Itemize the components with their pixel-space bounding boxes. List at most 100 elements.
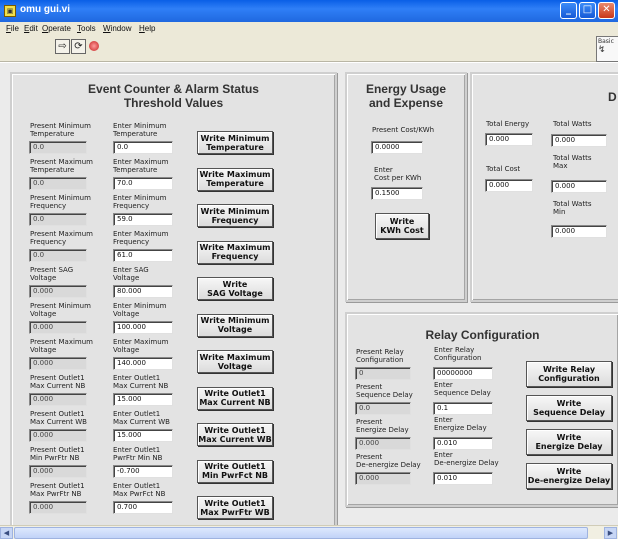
labview-vi-icon: ▣ xyxy=(4,5,16,17)
enter-threshold-label: Enter Outlet1 Max Current NB xyxy=(113,374,169,390)
total-watts-max-field: 0.000 xyxy=(551,180,607,193)
menu-bar: File Edit Operate Tools Window Help xyxy=(0,22,618,36)
enter-threshold-label: Enter Outlet1 PwrFtr Min NB xyxy=(113,446,163,462)
enter-threshold-label: Enter Minimum Frequency xyxy=(113,194,167,210)
write-threshold-button[interactable]: Write Maximum Voltage xyxy=(197,350,273,373)
run-continuously-icon[interactable]: ⟳ xyxy=(71,39,86,54)
menu-operate[interactable]: Operate xyxy=(42,24,71,33)
relay-enter-label: Enter Sequence Delay xyxy=(434,381,491,397)
relay-write-button[interactable]: Write Sequence Delay xyxy=(526,395,612,421)
write-threshold-button[interactable]: Write Outlet1 Max PwrFtr WB xyxy=(197,496,273,519)
present-cost-field: 0.0000 xyxy=(371,141,423,154)
relay-enter-field[interactable]: 0.1 xyxy=(433,402,493,415)
totals-panel-title: D xyxy=(608,90,617,104)
write-threshold-button[interactable]: Write Outlet1 Max Current NB xyxy=(197,386,273,410)
present-threshold-label: Present Outlet1 Min PwrFtr NB xyxy=(30,446,85,462)
present-threshold-label: Present Minimum Voltage xyxy=(30,302,91,318)
abort-execution-icon[interactable] xyxy=(87,39,102,54)
present-threshold-field: 0.000 xyxy=(29,321,87,334)
present-threshold-label: Present Outlet1 Max PwrFtr NB xyxy=(30,482,85,498)
relay-write-button[interactable]: Write De-energize Delay xyxy=(526,463,612,489)
write-threshold-button[interactable]: Write Outlet1 Max Current WB xyxy=(197,423,273,446)
event-panel-title: Event Counter & Alarm Status Threshold V… xyxy=(88,82,259,110)
total-cost-field: 0.000 xyxy=(485,179,533,192)
enter-threshold-label: Enter Maximum Frequency xyxy=(113,230,169,246)
enter-threshold-label: Enter Outlet1 Max Current WB xyxy=(113,410,170,426)
enter-threshold-field[interactable]: 15.000 xyxy=(113,393,173,406)
horizontal-scrollbar[interactable]: ◀ ▶ xyxy=(0,525,618,539)
toolbar: ⇨ ⟳ Basic ↯ xyxy=(0,36,618,62)
present-threshold-label: Present Maximum Voltage xyxy=(30,338,93,354)
write-threshold-button[interactable]: Write Maximum Frequency xyxy=(197,240,273,264)
close-button[interactable]: ✕ xyxy=(598,2,615,19)
relay-present-label: Present Relay Configuration xyxy=(356,348,404,364)
relay-present-label: Present Sequence Delay xyxy=(356,383,413,399)
menu-file[interactable]: File xyxy=(6,24,19,33)
enter-threshold-field[interactable]: -0.700 xyxy=(113,465,173,478)
run-arrow-icon[interactable]: ⇨ xyxy=(55,39,70,54)
present-threshold-label: Present Minimum Frequency xyxy=(30,194,91,210)
enter-threshold-field[interactable]: 0.700 xyxy=(113,501,173,514)
scroll-thumb[interactable] xyxy=(14,527,588,539)
enter-threshold-field[interactable]: 61.0 xyxy=(113,249,173,262)
enter-threshold-label: Enter SAG Voltage xyxy=(113,266,149,282)
total-watts-field: 0.000 xyxy=(551,134,607,147)
enter-threshold-field[interactable]: 80.000 xyxy=(113,285,173,298)
write-threshold-button[interactable]: Write Minimum Temperature xyxy=(197,131,273,154)
relay-enter-field[interactable]: 0.010 xyxy=(433,437,493,450)
present-threshold-label: Present SAG Voltage xyxy=(30,266,74,282)
total-cost-label: Total Cost xyxy=(486,165,521,173)
enter-threshold-field[interactable]: 140.000 xyxy=(113,357,173,370)
write-kwh-cost-button[interactable]: Write KWh Cost xyxy=(375,213,429,239)
enter-threshold-field[interactable]: 0.0 xyxy=(113,141,173,154)
total-energy-field: 0.000 xyxy=(485,133,533,146)
enter-threshold-label: Enter Maximum Voltage xyxy=(113,338,169,354)
present-threshold-label: Present Maximum Temperature xyxy=(30,158,93,174)
present-threshold-label: Present Outlet1 Max Current NB xyxy=(30,374,86,390)
present-threshold-field: 0.000 xyxy=(29,501,87,514)
wiring-tool-icon[interactable]: ↯ xyxy=(598,45,618,55)
window-title: omu gui.vi xyxy=(20,4,70,15)
total-watts-min-field: 0.000 xyxy=(551,225,607,238)
enter-threshold-field[interactable]: 70.0 xyxy=(113,177,173,190)
total-watts-min-label: Total Watts Min xyxy=(553,200,592,216)
relay-enter-label: Enter Relay Configuration xyxy=(434,346,482,362)
enter-threshold-field[interactable]: 100.000 xyxy=(113,321,173,334)
present-threshold-field: 0.000 xyxy=(29,285,87,298)
write-threshold-button[interactable]: Write SAG Voltage xyxy=(197,277,273,300)
relay-write-button[interactable]: Write Relay Configuration xyxy=(526,361,612,387)
menu-help[interactable]: Help xyxy=(139,24,155,33)
scroll-left-icon[interactable]: ◀ xyxy=(0,527,13,539)
write-threshold-button[interactable]: Write Minimum Frequency xyxy=(197,204,273,227)
write-threshold-button[interactable]: Write Outlet1 Min PwrFct NB xyxy=(197,459,273,483)
relay-enter-label: Enter De-energize Delay xyxy=(434,451,499,467)
present-threshold-field: 0.0 xyxy=(29,177,87,190)
enter-threshold-label: Enter Minimum Temperature xyxy=(113,122,167,138)
write-threshold-button[interactable]: Write Maximum Temperature xyxy=(197,167,273,191)
enter-threshold-field[interactable]: 59.0 xyxy=(113,213,173,226)
total-watts-max-label: Total Watts Max xyxy=(553,154,592,170)
tools-palette[interactable]: Basic ↯ xyxy=(596,36,618,62)
enter-cost-field[interactable]: 0.1500 xyxy=(371,187,423,200)
present-threshold-label: Present Maximum Frequency xyxy=(30,230,93,246)
menu-edit[interactable]: Edit xyxy=(24,24,38,33)
present-threshold-label: Present Minimum Temperature xyxy=(30,122,91,138)
present-threshold-field: 0.000 xyxy=(29,357,87,370)
relay-present-label: Present De-energize Delay xyxy=(356,453,421,469)
menu-tools[interactable]: Tools xyxy=(77,24,96,33)
present-threshold-field: 0.000 xyxy=(29,393,87,406)
menu-window[interactable]: Window xyxy=(103,24,131,33)
relay-write-button[interactable]: Write Energize Delay xyxy=(526,429,612,455)
present-cost-label: Present Cost/KWh xyxy=(372,126,435,134)
scroll-right-icon[interactable]: ▶ xyxy=(604,527,617,539)
minimize-button[interactable]: _ xyxy=(560,2,577,19)
maximize-button[interactable]: □ xyxy=(579,2,596,19)
relay-enter-field[interactable]: 00000000 xyxy=(433,367,493,380)
enter-threshold-field[interactable]: 15.000 xyxy=(113,429,173,442)
present-threshold-field: 0.000 xyxy=(29,465,87,478)
title-bar: ▣ omu gui.vi _ □ ✕ xyxy=(0,0,618,22)
write-threshold-button[interactable]: Write Minimum Voltage xyxy=(197,313,273,337)
enter-threshold-label: Enter Minimum Voltage xyxy=(113,302,167,318)
relay-enter-field[interactable]: 0.010 xyxy=(433,472,493,485)
enter-threshold-label: Enter Maximum Temperature xyxy=(113,158,169,174)
